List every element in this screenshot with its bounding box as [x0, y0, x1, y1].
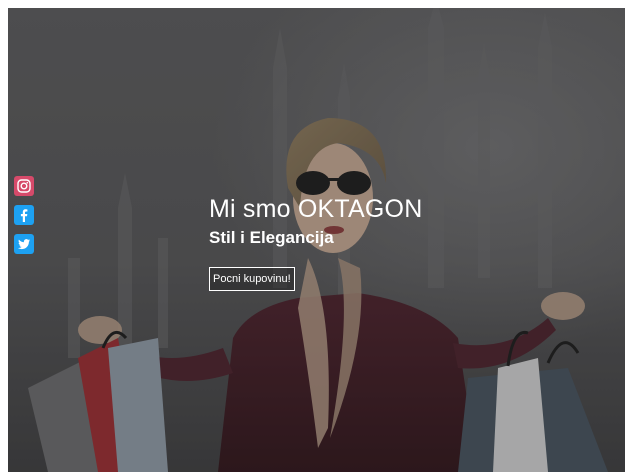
hero-subtitle: Stil i Elegancija	[209, 228, 334, 247]
facebook-icon[interactable]	[14, 205, 34, 225]
hero-content: Mi smo OKTAGON Stil i Elegancija Pocni k…	[209, 194, 422, 291]
start-shopping-button[interactable]: Pocni kupovinu!	[209, 267, 295, 291]
page: Mi smo OKTAGON Stil i Elegancija Pocni k…	[0, 0, 625, 472]
instagram-icon[interactable]	[14, 176, 34, 196]
hero-title: Mi smo OKTAGON	[209, 195, 423, 223]
hero-section: Mi smo OKTAGON Stil i Elegancija Pocni k…	[8, 8, 625, 472]
social-links	[14, 176, 34, 254]
twitter-icon[interactable]	[14, 234, 34, 254]
